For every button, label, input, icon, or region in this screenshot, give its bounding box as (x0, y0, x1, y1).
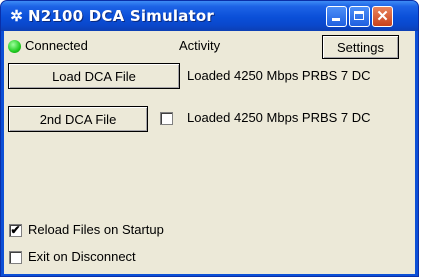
second-loaded-file-status: Loaded 4250 Mbps PRBS 7 DC (187, 110, 371, 125)
second-dca-enable-checkbox[interactable] (160, 112, 173, 125)
window-title: N2100 DCA Simulator (28, 7, 215, 25)
reload-files-label[interactable]: Reload Files on Startup (28, 222, 164, 237)
loaded-file-status: Loaded 4250 Mbps PRBS 7 DC (187, 68, 371, 83)
maximize-button[interactable] (349, 6, 370, 27)
activity-label: Activity (179, 38, 221, 53)
minimize-button[interactable] (326, 6, 347, 27)
app-window: ✲ N2100 DCA Simulator ✕ Connected Activi… (0, 0, 419, 277)
main-panel: Connected Activity Settings Load DCA Fil… (4, 31, 415, 274)
title-bar[interactable]: ✲ N2100 DCA Simulator ✕ (1, 1, 418, 31)
exit-on-disconnect-checkbox[interactable] (9, 251, 22, 264)
connection-status-led-icon (8, 40, 21, 53)
second-dca-file-button[interactable]: 2nd DCA File (8, 106, 148, 132)
connected-label: Connected (25, 38, 88, 53)
load-dca-file-button[interactable]: Load DCA File (8, 63, 180, 89)
exit-on-disconnect-label[interactable]: Exit on Disconnect (28, 249, 136, 264)
reload-files-checkbox[interactable]: ✔ (9, 224, 22, 237)
maximize-icon (354, 11, 364, 20)
close-button[interactable]: ✕ (372, 6, 393, 27)
minimize-icon (332, 18, 340, 21)
app-icon: ✲ (10, 8, 23, 25)
close-icon: ✕ (376, 8, 389, 25)
settings-button[interactable]: Settings (322, 35, 399, 59)
